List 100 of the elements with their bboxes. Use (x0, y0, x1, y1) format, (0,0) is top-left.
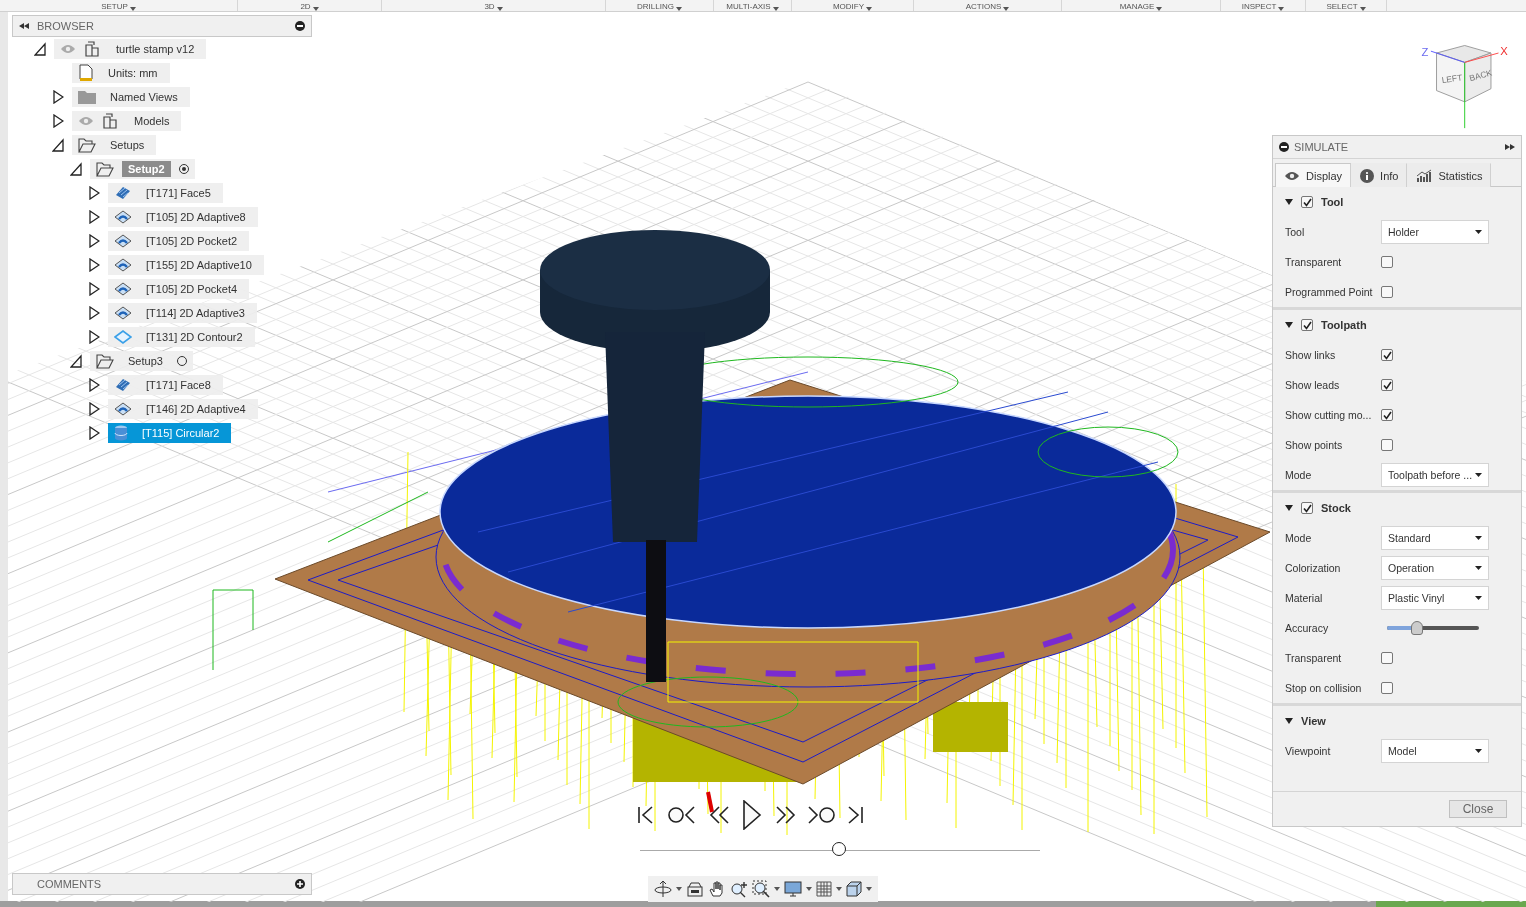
expand-toggle-icon[interactable] (52, 138, 64, 152)
checkbox[interactable] (1381, 682, 1393, 694)
expand-toggle-icon[interactable] (88, 210, 100, 224)
dropdown[interactable]: Holder (1381, 220, 1489, 244)
info-icon (1360, 168, 1375, 183)
expand-toggle-icon[interactable] (88, 378, 100, 392)
field-label: Show points (1285, 439, 1344, 451)
expand-toggle-icon[interactable] (70, 354, 82, 368)
pocket-operation-icon (114, 402, 132, 416)
expand-toggle-icon[interactable] (52, 90, 64, 104)
collapse-triangle-icon[interactable] (1285, 322, 1293, 328)
browser-item[interactable]: [T105] 2D Adaptive8 (108, 207, 258, 227)
dropdown[interactable]: Toolpath before ... (1381, 463, 1489, 487)
zoom-icon[interactable] (730, 880, 748, 898)
dropdown[interactable]: Plastic Vinyl (1381, 586, 1489, 610)
add-icon[interactable] (295, 879, 305, 889)
browser-item[interactable]: Named Views (72, 87, 190, 107)
expand-toggle-icon[interactable] (88, 258, 100, 272)
browser-item[interactable]: Setups (72, 135, 157, 155)
browser-item[interactable]: [T131] 2D Contour2 (108, 327, 255, 347)
viewport-cube-icon[interactable] (846, 881, 862, 897)
tab[interactable]: Display (1275, 163, 1352, 187)
look-at-icon[interactable] (686, 881, 704, 897)
slider-thumb[interactable] (1411, 621, 1424, 635)
dropdown[interactable]: Standard (1381, 526, 1489, 550)
collapse-icon[interactable] (19, 23, 29, 29)
dropdown[interactable]: Operation (1381, 556, 1489, 580)
browser-item[interactable]: Setup3 (90, 351, 193, 371)
toolbar-menu[interactable]: DRILLING (637, 2, 674, 11)
minus-icon[interactable] (1279, 142, 1289, 152)
next-operation-icon[interactable] (806, 804, 836, 826)
collapse-triangle-icon[interactable] (1285, 505, 1293, 511)
caret-icon[interactable] (806, 887, 812, 891)
monitor-icon[interactable] (784, 881, 802, 897)
caret-icon (1475, 473, 1482, 477)
toolbar-menu[interactable]: SETUP (101, 2, 128, 11)
caret-icon[interactable] (866, 887, 872, 891)
toolbar-menu[interactable]: INSPECT (1241, 2, 1277, 11)
checkbox[interactable] (1381, 286, 1393, 298)
toolbar-menu[interactable]: ACTIONS (965, 2, 1002, 11)
checkbox[interactable] (1381, 439, 1393, 451)
expand-toggle-icon[interactable] (88, 234, 100, 248)
orbit-icon[interactable] (654, 880, 672, 898)
browser-item[interactable]: Models (72, 111, 182, 131)
collapse-triangle-icon[interactable] (1285, 199, 1293, 205)
caret-icon[interactable] (774, 887, 780, 891)
collapse-triangle-icon[interactable] (1285, 718, 1293, 724)
toolbar-menu[interactable]: 3D (484, 2, 495, 11)
expand-toggle-icon[interactable] (88, 426, 100, 440)
view-cube[interactable]: LEFT BACK Z X (1408, 38, 1512, 130)
browser-item[interactable]: [T171] Face8 (108, 375, 223, 395)
browser-item[interactable]: [T146] 2D Adaptive4 (108, 399, 258, 419)
browser-item[interactable]: [T105] 2D Pocket2 (108, 231, 250, 251)
checkbox[interactable] (1301, 196, 1313, 208)
expand-toggle-icon[interactable] (70, 162, 82, 176)
expand-toggle-icon[interactable] (88, 186, 100, 200)
step-forward-icon[interactable] (774, 804, 796, 826)
browser-item[interactable]: [T155] 2D Adaptive10 (108, 255, 264, 275)
browser-item[interactable]: [T105] 2D Pocket4 (108, 279, 250, 299)
browser-item[interactable]: turtle stamp v12 (54, 39, 207, 59)
timeline-thumb[interactable] (832, 842, 846, 856)
toolbar-menu[interactable]: SELECT (1326, 2, 1358, 11)
browser-item[interactable]: [T171] Face5 (108, 183, 223, 203)
toolbar-menu[interactable]: MODIFY (832, 2, 865, 11)
expand-icon[interactable] (1505, 144, 1515, 150)
caret-icon[interactable] (676, 887, 682, 891)
toolbar-menu[interactable]: MULTI-AXIS (726, 2, 771, 11)
caret-icon[interactable] (836, 887, 842, 891)
zoom-window-icon[interactable] (752, 880, 770, 898)
checkbox[interactable] (1381, 349, 1393, 361)
browser-item[interactable]: Units: mm (72, 63, 170, 83)
checkbox[interactable] (1381, 256, 1393, 268)
step-back-icon[interactable] (708, 804, 730, 826)
expand-toggle-icon[interactable] (52, 114, 64, 128)
component-icon (102, 112, 120, 130)
minus-icon[interactable] (295, 21, 305, 31)
expand-toggle-icon[interactable] (88, 402, 100, 416)
close-button[interactable]: Close (1449, 800, 1507, 818)
pan-hand-icon[interactable] (708, 880, 726, 898)
expand-toggle-icon[interactable] (88, 282, 100, 296)
expand-toggle-icon[interactable] (88, 306, 100, 320)
checkbox[interactable] (1381, 652, 1393, 664)
grid-icon[interactable] (816, 881, 832, 897)
checkbox[interactable] (1381, 409, 1393, 421)
toolbar-menu[interactable]: MANAGE (1119, 2, 1155, 11)
expand-toggle-icon[interactable] (34, 42, 46, 56)
toolbar-menu[interactable]: 2D (300, 2, 311, 11)
previous-operation-icon[interactable] (668, 804, 698, 826)
play-icon[interactable] (740, 800, 764, 830)
contour-operation-icon (114, 329, 132, 345)
caret-icon (1475, 566, 1482, 570)
browser-item[interactable]: [T114] 2D Adaptive3 (108, 303, 257, 323)
checkbox[interactable] (1381, 379, 1393, 391)
dropdown[interactable]: Model (1381, 739, 1489, 763)
field-label: Material (1285, 592, 1324, 604)
expand-toggle-icon[interactable] (88, 330, 100, 344)
tab[interactable]: Info (1351, 163, 1408, 187)
checkbox[interactable] (1301, 319, 1313, 331)
tab[interactable]: Statistics (1407, 163, 1492, 187)
checkbox[interactable] (1301, 502, 1313, 514)
